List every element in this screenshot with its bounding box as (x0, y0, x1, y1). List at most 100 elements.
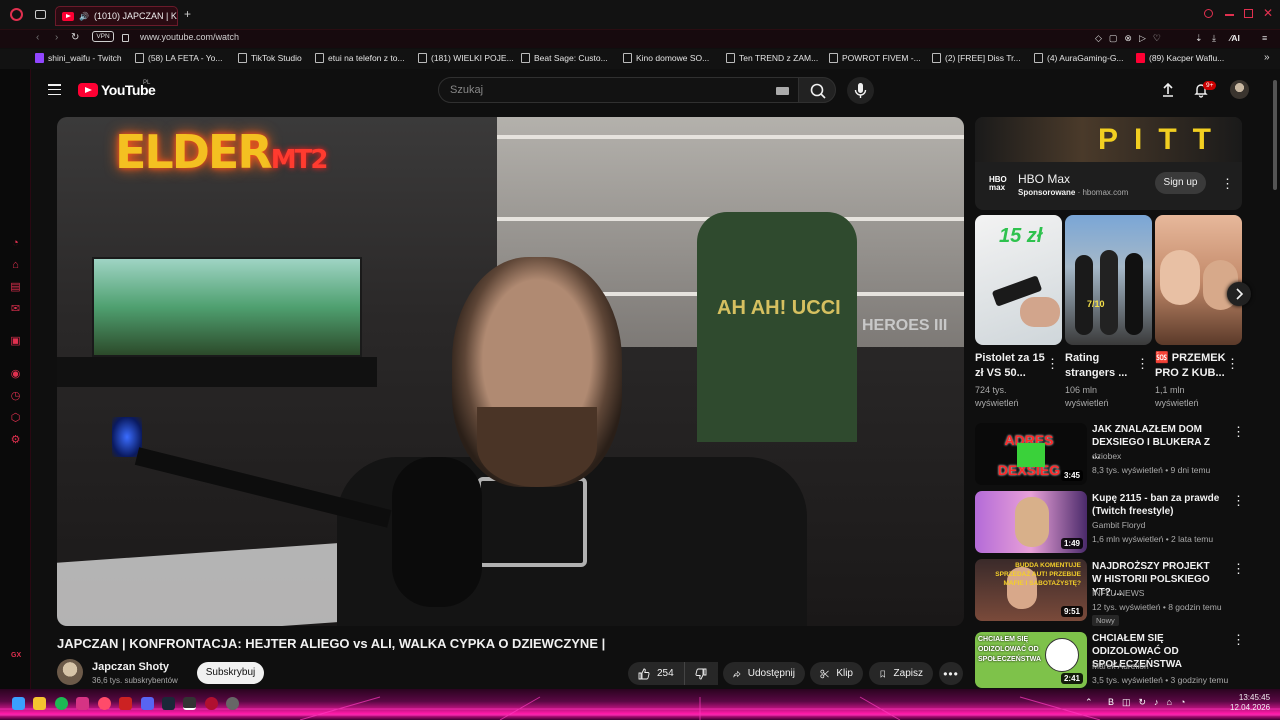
taskbar-clock[interactable]: 13:45:45 12.04.2026 (1230, 693, 1270, 713)
video-more-icon[interactable]: ⋮ (1232, 562, 1245, 575)
video-duration: 2:41 (1060, 673, 1083, 684)
app-icon[interactable] (119, 697, 132, 710)
channel-avatar[interactable] (57, 659, 83, 685)
short-more-icon[interactable]: ⋮ (1226, 357, 1239, 370)
ad-title[interactable]: HBO Max (1018, 172, 1070, 186)
upload-icon[interactable] (1160, 82, 1176, 98)
tray-chevron-icon[interactable]: ⌃ (1085, 697, 1093, 708)
bookmark-item[interactable]: etui na telefon z to... (315, 53, 405, 63)
sidebar-settings-icon[interactable]: ⚙ (10, 435, 21, 446)
sidebar-extensions-icon[interactable]: ⬡ (10, 413, 21, 424)
app-icon[interactable] (98, 697, 111, 710)
maximize-button[interactable] (1244, 9, 1253, 18)
video-channel[interactable]: dziobex (1092, 451, 1121, 461)
sidebar-shopping-icon[interactable]: ⌂ (10, 260, 21, 271)
scrollbar-thumb[interactable] (1273, 80, 1277, 190)
bookmark-item[interactable]: (58) LA FETA - Yo... (135, 53, 223, 63)
video-player[interactable]: ELDERMT2 AH AH! UCCI HEROES III (57, 117, 964, 626)
windows-start-icon[interactable] (12, 697, 25, 710)
tab-manager-icon[interactable] (35, 10, 46, 19)
channel-name[interactable]: Japczan Shoty (92, 661, 169, 673)
search-tabs-icon[interactable] (1204, 9, 1213, 18)
search-input[interactable]: Szukaj (438, 77, 800, 103)
opera-logo-icon[interactable] (10, 8, 23, 21)
short-more-icon[interactable]: ⋮ (1046, 357, 1059, 370)
spotify-icon[interactable] (55, 697, 68, 710)
bookmark-item[interactable]: Ten TREND z ZAM... (726, 53, 818, 63)
bookmark-item[interactable]: (89) Kacper Waflu... (1136, 53, 1224, 63)
video-thumbnail[interactable]: 1:49 (975, 491, 1087, 553)
sidebar-twitch-icon[interactable]: ▣ (10, 336, 21, 347)
bookmark-item[interactable]: Beat Sage: Custo... (521, 53, 608, 63)
video-more-icon[interactable]: ⋮ (1232, 633, 1245, 646)
bookmarks-overflow-icon[interactable]: » (1264, 52, 1270, 63)
voice-search-button[interactable] (847, 77, 874, 104)
opera-gx-icon[interactable] (205, 697, 218, 710)
sidebar-gmail-icon[interactable]: ✉ (10, 304, 21, 315)
sidebar-player-icon[interactable]: ◉ (10, 369, 21, 380)
bookmark-item[interactable]: TikTok Studio (238, 53, 302, 63)
bookmark-item[interactable]: Kino domowe SO... (623, 53, 709, 63)
minimize-button[interactable] (1225, 14, 1234, 16)
video-more-icon[interactable]: ⋮ (1232, 425, 1245, 438)
ad-more-icon[interactable]: ⋮ (1221, 177, 1234, 190)
instagram-icon[interactable] (76, 697, 89, 710)
reload-icon[interactable]: ↻ (71, 32, 79, 43)
video-more-icon[interactable]: ⋮ (1232, 494, 1245, 507)
subscribe-button[interactable]: Subskrybuj (197, 662, 264, 684)
terminal-icon[interactable] (183, 697, 196, 710)
speaker-icon[interactable]: 🔊 (79, 12, 89, 21)
video-title-link[interactable]: Kupę 2115 - ban za prawde (Twitch freest… (1092, 492, 1220, 518)
short-title[interactable]: Rating strangers ... (1065, 351, 1137, 381)
bookmark-item[interactable]: (4) AuraGaming-G... (1034, 53, 1124, 63)
steam-icon[interactable] (162, 697, 175, 710)
bookmark-item[interactable]: (181) WIELKI POJE... (418, 53, 514, 63)
more-actions-button[interactable]: ••• (939, 662, 963, 685)
tray-icons[interactable]: B◫↻♪⌂◔ (1108, 697, 1193, 708)
close-window-button[interactable]: ✕ (1263, 6, 1273, 20)
video-thumbnail[interactable]: ADRES DEXSIEG 3:45 (975, 423, 1087, 485)
save-button[interactable]: Zapisz (869, 662, 933, 685)
video-channel[interactable]: Marek Aurelion (1092, 661, 1149, 671)
shorts-next-button[interactable] (1227, 282, 1251, 306)
video-thumbnail[interactable]: BUDDA KOMENTUJE SPRZEDAŻ AUT! PRZEBIJE M… (975, 559, 1087, 621)
dislike-button[interactable] (684, 662, 718, 685)
short-thumbnail[interactable]: 15 zł (975, 215, 1062, 345)
extensions-icons[interactable]: ◇▢⊗▷♡ (1095, 33, 1168, 44)
sidebar-speed-dial-icon[interactable]: ◔ (10, 238, 21, 249)
browser-menu-icon[interactable]: ≡ (1262, 33, 1267, 43)
forward-icon[interactable]: › (55, 32, 58, 43)
short-title[interactable]: 🆘 PRZEMEK PRO Z KUB... (1155, 351, 1227, 381)
keyboard-icon[interactable] (776, 87, 789, 95)
url-field[interactable]: www.youtube.com/watch (140, 32, 239, 42)
video-channel[interactable]: INFLU NEWS (1092, 588, 1144, 598)
hamburger-menu-icon[interactable] (48, 84, 61, 96)
file-explorer-icon[interactable] (33, 697, 46, 710)
new-tab-button[interactable]: + (184, 7, 191, 21)
bookmark-item[interactable]: shini_waifu - Twitch (35, 53, 122, 63)
app-icon[interactable] (226, 697, 239, 710)
sidebar-messenger-icon[interactable]: ▤ (10, 282, 21, 293)
clip-button[interactable]: Klip (810, 662, 863, 685)
bookmark-item[interactable]: POWROT FIVEM -... (829, 53, 921, 63)
short-title[interactable]: Pistolet za 15 zł VS 50... (975, 351, 1047, 381)
share-button[interactable]: Udostępnij (723, 662, 805, 685)
download-tray-icon[interactable]: ⤓ (1212, 33, 1216, 44)
search-button[interactable] (798, 77, 836, 103)
sidebar-history-icon[interactable]: ◷ (10, 391, 21, 402)
short-thumbnail[interactable]: 7/10 (1065, 215, 1152, 345)
ad-signup-button[interactable]: Sign up (1155, 172, 1206, 194)
ai-button[interactable]: ⁄AI (1230, 33, 1240, 43)
discord-icon[interactable] (141, 697, 154, 710)
video-thumbnail[interactable]: CHCIAŁEM SIĘ ODIZOLOWAĆ OD SPOŁECZEŃSTWA… (975, 632, 1087, 688)
vpn-badge[interactable]: VPN (92, 31, 114, 42)
back-icon[interactable]: ‹ (36, 32, 39, 43)
account-avatar[interactable] (1230, 80, 1249, 99)
bookmark-item[interactable]: (2) [FREE] Diss Tr... (932, 53, 1021, 63)
video-channel[interactable]: Gambit Floryd (1092, 520, 1145, 530)
short-thumbnail[interactable] (1155, 215, 1242, 345)
tab-youtube-active[interactable]: 🔊 (1010) JAPCZAN | KON (55, 6, 178, 26)
download-icon[interactable]: ⇣ (1195, 33, 1203, 44)
ad-card[interactable]: PITT HBO max HBO Max Sponsorowane · hbom… (975, 117, 1242, 210)
short-more-icon[interactable]: ⋮ (1136, 357, 1149, 370)
